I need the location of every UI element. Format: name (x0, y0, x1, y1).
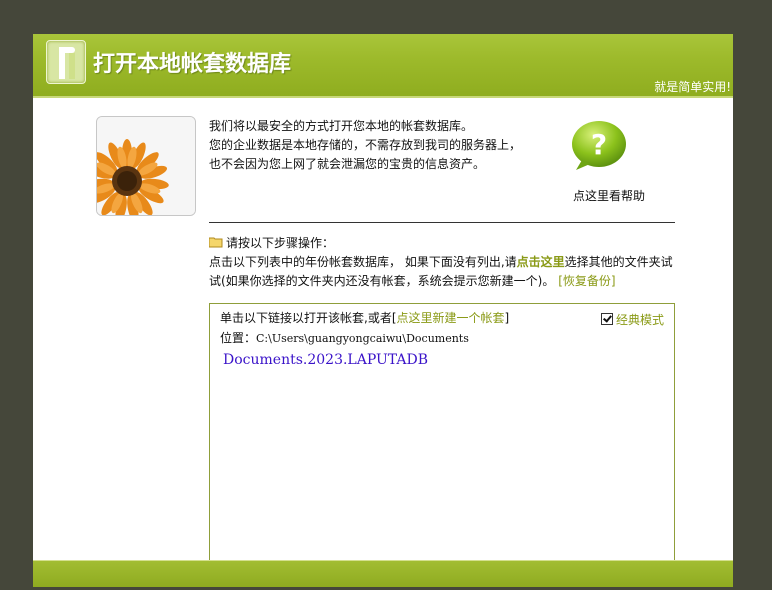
divider (209, 222, 675, 223)
location-row: 位置：C:\Users\guangyongcaiwu\Documents (220, 329, 469, 346)
steps-heading-text: 请按以下步骤操作： (226, 236, 335, 250)
instruction-prefix: 单击以下链接以打开该帐套,或者[ (220, 311, 397, 325)
svg-text:?: ? (591, 128, 607, 161)
intro-line: 您的企业数据是本地存储的，不需存放到我司的服务器上， (209, 138, 522, 152)
help-question-icon[interactable]: ? (570, 120, 628, 172)
location-path: C:\Users\guangyongcaiwu\Documents (256, 332, 469, 345)
folder-icon (208, 237, 223, 248)
location-label: 位置： (220, 331, 257, 345)
database-list-panel: 单击以下链接以打开该帐套,或者[点这里新建一个帐套] 经典模式 位置：C:\Us… (209, 303, 675, 563)
tagline: 就是简单实用! (654, 80, 731, 94)
database-link[interactable]: Documents.2023.LAPUTADB (223, 352, 428, 368)
open-folder-icon (46, 40, 86, 84)
steps-heading: 请按以下步骤操作： (208, 234, 335, 251)
main-window: 打开本地帐套数据库 就是简单实用! 我们将以最安全的方式打开您本地的帐套数据库。… (33, 34, 733, 587)
page-title: 打开本地帐套数据库 (93, 52, 292, 77)
new-account-link[interactable]: 点这里新建一个帐套 (397, 311, 505, 325)
instruction-suffix: ] (504, 311, 510, 325)
steps-text: 点击以下列表中的年份帐套数据库， 如果下面没有列出,请点击这里选择其他的文件夹试… (209, 253, 679, 291)
choose-folder-link[interactable]: 点击这里 (517, 255, 565, 269)
intro-line: 我们将以最安全的方式打开您本地的帐套数据库。 (209, 119, 474, 133)
steps-text-part1: 点击以下列表中的年份帐套数据库， 如果下面没有列出,请 (209, 255, 517, 269)
panel-instruction: 单击以下链接以打开该帐套,或者[点这里新建一个帐套] (220, 309, 509, 326)
classic-mode-toggle[interactable]: 经典模式 (600, 311, 664, 328)
footer-bar (33, 560, 733, 587)
intro-text: 我们将以最安全的方式打开您本地的帐套数据库。 您的企业数据是本地存储的，不需存放… (209, 117, 539, 174)
classic-mode-label[interactable]: 经典模式 (616, 313, 664, 327)
restore-backup-link[interactable]: [恢复备份] (558, 274, 615, 288)
sunflower-image (96, 116, 196, 216)
classic-mode-checkbox[interactable] (600, 313, 613, 325)
header-bar: 打开本地帐套数据库 就是简单实用! (33, 34, 733, 98)
help-link[interactable]: 点这里看帮助 (573, 187, 645, 204)
intro-line: 也不会因为您上网了就会泄漏您的宝贵的信息资产。 (209, 157, 486, 171)
